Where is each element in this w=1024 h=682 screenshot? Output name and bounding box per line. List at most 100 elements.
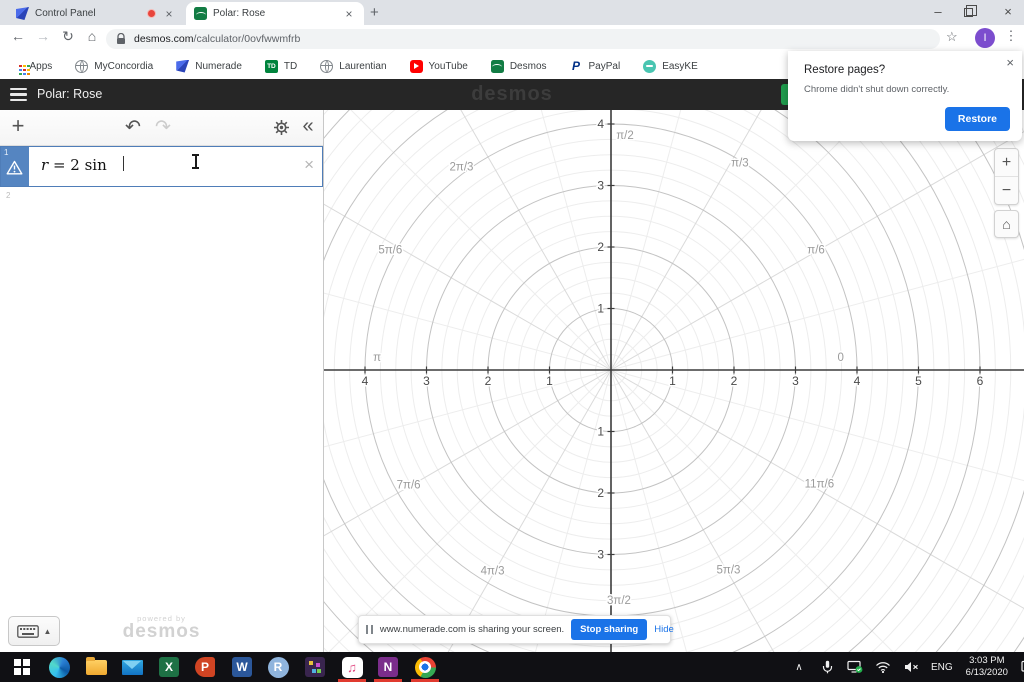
tray-chevron-icon[interactable]: ∧	[788, 656, 810, 678]
expression-input[interactable]: r = 2 sin ×	[29, 147, 322, 186]
keyboard-toggle-button[interactable]: ▲	[8, 616, 60, 646]
screen-share-bar: www.numerade.com is sharing your screen.…	[358, 615, 674, 644]
expression-rhs: = 2 sin	[48, 156, 107, 174]
share-message: www.numerade.com is sharing your screen.	[379, 624, 565, 635]
microphone-icon[interactable]	[816, 656, 838, 678]
keyboard-icon	[16, 624, 39, 638]
polar-graph[interactable]: 1 2 3 4 5 6 1 2 3 4 1 2 3 4 1 2 3 0 π/6 π/3 π/2 2π/3 5π/6 π 7π/6…	[324, 110, 1024, 652]
system-tray: ∧ ENG 3:03 PM 6/13/2020	[788, 652, 1024, 682]
back-button[interactable]: ←	[8, 28, 28, 44]
apps-grid-icon	[19, 64, 22, 68]
expression-row-1[interactable]: 1 r = 2 sin ×	[0, 146, 323, 187]
bookmark-myconcordia[interactable]: MyConcordia	[68, 59, 160, 73]
svg-text:3: 3	[597, 179, 604, 193]
game-app-icon[interactable]	[303, 655, 327, 679]
zoom-out-button[interactable]: −	[995, 177, 1018, 205]
zoom-controls: + −	[994, 148, 1019, 205]
apps-shortcut[interactable]: Apps	[10, 61, 59, 72]
display-cast-icon[interactable]	[844, 656, 866, 678]
svg-text:4: 4	[362, 374, 369, 388]
edge-icon[interactable]	[47, 655, 71, 679]
r-app-icon[interactable]: R	[266, 655, 290, 679]
svg-text:4: 4	[597, 117, 604, 131]
globe-icon	[75, 59, 89, 73]
popup-close-icon[interactable]: ×	[1006, 55, 1014, 70]
zoom-in-button[interactable]: +	[995, 149, 1018, 177]
apps-label: Apps	[29, 60, 53, 72]
browser-menu-icon[interactable]: ⋮	[1003, 28, 1019, 44]
language-indicator[interactable]: ENG	[928, 662, 956, 673]
warning-icon	[6, 160, 23, 175]
expression-text: r = 2 sin	[41, 156, 107, 174]
tab-close-icon[interactable]: ×	[342, 7, 356, 21]
onenote-icon[interactable]: N	[374, 655, 402, 682]
delete-expression-icon[interactable]: ×	[304, 155, 314, 175]
expression-index: 1	[4, 148, 9, 157]
collapse-panel-icon[interactable]: «	[296, 115, 320, 138]
window-close-button[interactable]: ×	[998, 4, 1018, 19]
action-center-icon[interactable]	[1018, 656, 1024, 678]
forward-button[interactable]: →	[33, 28, 53, 44]
tab-control-panel[interactable]: Control Panel ×	[8, 2, 184, 25]
home-button[interactable]: ⌂	[82, 28, 102, 44]
gear-icon[interactable]	[269, 119, 293, 142]
tab-polar-rose[interactable]: Polar: Rose ×	[186, 2, 364, 25]
bookmark-laurentian[interactable]: Laurentian	[313, 59, 393, 73]
svg-text:5π/3: 5π/3	[717, 564, 741, 576]
tray-time: 3:03 PM	[969, 655, 1005, 666]
window-minimize-button[interactable]: –	[928, 4, 948, 19]
bookmark-td[interactable]: TD TD	[258, 59, 304, 73]
reload-button[interactable]: ↻	[58, 28, 78, 45]
bookmark-youtube[interactable]: YouTube	[403, 59, 475, 73]
url-path: /calculator/0ovfwwmfrb	[193, 33, 301, 45]
svg-text:2: 2	[597, 240, 604, 254]
powerpoint-icon[interactable]: P	[193, 655, 217, 679]
word-icon[interactable]: W	[230, 655, 254, 679]
hide-link[interactable]: Hide	[654, 624, 676, 635]
volume-muted-icon[interactable]	[900, 656, 922, 678]
default-viewport-button[interactable]: ⌂	[994, 210, 1019, 238]
bookmark-label: Numerade	[195, 60, 242, 72]
expression-index-2[interactable]: 2	[6, 191, 10, 200]
svg-text:7π/6: 7π/6	[397, 479, 421, 491]
redo-icon[interactable]: ↷	[151, 116, 175, 139]
svg-text:11π/6: 11π/6	[805, 478, 834, 490]
restore-button[interactable]: Restore	[944, 107, 1010, 131]
address-bar[interactable]: desmos.com/calculator/0ovfwwmfrb	[106, 29, 940, 49]
graph-title[interactable]: Polar: Rose	[37, 87, 102, 101]
pause-icon[interactable]	[366, 625, 373, 634]
svg-text:π: π	[373, 352, 381, 364]
hamburger-menu-icon[interactable]	[10, 88, 27, 101]
tab-close-icon[interactable]: ×	[162, 7, 176, 21]
bookmark-easyke[interactable]: EasyKE	[636, 59, 705, 73]
file-explorer-icon[interactable]	[84, 655, 108, 679]
chrome-icon[interactable]	[411, 655, 439, 682]
keyboard-expand-icon: ▲	[43, 626, 52, 636]
svg-text:π/3: π/3	[731, 157, 749, 169]
new-tab-button[interactable]: +	[370, 4, 379, 21]
bookmark-desmos[interactable]: Desmos	[484, 59, 554, 73]
clock[interactable]: 3:03 PM 6/13/2020	[962, 655, 1012, 679]
add-expression-button[interactable]: +	[6, 113, 30, 139]
start-button[interactable]	[10, 655, 34, 679]
bookmark-star-icon[interactable]: ☆	[946, 29, 958, 45]
svg-text:1: 1	[546, 374, 553, 388]
wifi-icon[interactable]	[872, 656, 894, 678]
svg-text:5π/6: 5π/6	[378, 244, 402, 256]
globe-icon	[320, 59, 334, 73]
ibeam-cursor-icon	[191, 154, 200, 169]
expression-gutter[interactable]: 1	[1, 147, 29, 186]
bookmark-label: YouTube	[428, 60, 468, 72]
excel-icon[interactable]: X	[157, 655, 181, 679]
svg-text:2: 2	[597, 486, 604, 500]
window-restore-button[interactable]	[964, 5, 977, 17]
bookmark-numerade[interactable]: Numerade	[169, 59, 249, 73]
itunes-icon[interactable]: ♫	[338, 655, 366, 682]
profile-avatar[interactable]: I	[975, 28, 995, 48]
undo-icon[interactable]: ↶	[121, 116, 145, 139]
numerade-favicon-icon	[16, 7, 29, 20]
bookmark-paypal[interactable]: P PayPal	[563, 58, 628, 73]
mail-icon[interactable]	[120, 655, 144, 679]
stop-sharing-button[interactable]: Stop sharing	[571, 619, 648, 640]
paypal-icon: P	[572, 58, 581, 73]
